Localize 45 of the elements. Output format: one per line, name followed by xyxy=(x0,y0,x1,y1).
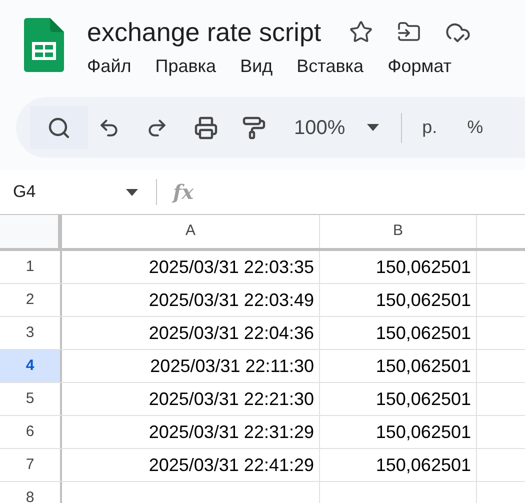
table-cell: 150,062501 xyxy=(320,383,477,415)
menu-item[interactable]: Файл xyxy=(87,55,132,77)
star-icon[interactable] xyxy=(349,20,374,44)
table-cell: 2025/03/31 22:03:49 xyxy=(62,284,320,316)
table-cell: 150,062501 xyxy=(320,350,477,382)
row-header[interactable]: 4 xyxy=(0,350,62,382)
spreadsheet-logo-icon[interactable] xyxy=(24,18,64,72)
table-cell: 150,062501 xyxy=(320,317,477,349)
print-icon[interactable] xyxy=(194,116,218,140)
search-button[interactable] xyxy=(30,106,88,149)
table-cell: 2025/03/31 22:11:30 xyxy=(62,350,320,382)
dropdown-caret-icon xyxy=(367,124,380,131)
currency-format-button[interactable]: р. xyxy=(422,114,438,141)
zoom-value[interactable]: 100% xyxy=(294,112,346,142)
move-folder-icon[interactable] xyxy=(397,20,422,44)
dropdown-caret-icon xyxy=(126,188,138,196)
function-icon: fx xyxy=(173,177,194,207)
paint-format-icon[interactable] xyxy=(242,116,266,140)
menu-item[interactable]: Правка xyxy=(155,55,216,77)
percent-format-button[interactable]: % xyxy=(467,114,484,141)
column-header[interactable]: A xyxy=(62,215,320,248)
table-cell: 2025/03/31 22:41:29 xyxy=(62,449,320,481)
table-cell: 150,062501 xyxy=(320,251,477,283)
row-header[interactable]: 5 xyxy=(0,383,62,415)
column-header[interactable]: B xyxy=(320,215,477,248)
table-cell: 150,062501 xyxy=(320,449,477,481)
table-cell: 2025/03/31 22:03:35 xyxy=(62,251,320,283)
name-box[interactable]: G4 xyxy=(0,177,146,207)
row-header[interactable]: 8 xyxy=(0,482,62,503)
menu-item[interactable]: Формат xyxy=(388,55,452,77)
row-header[interactable]: 7 xyxy=(0,449,62,481)
menu-item[interactable]: Вид xyxy=(240,55,273,77)
menu-item[interactable]: Вставка xyxy=(296,55,364,77)
row-header[interactable]: 6 xyxy=(0,416,62,448)
row-header[interactable]: 1 xyxy=(0,251,62,283)
table-cell: 150,062501 xyxy=(320,416,477,448)
table-cell: 150,062501 xyxy=(320,284,477,316)
search-icon[interactable] xyxy=(47,116,71,140)
undo-icon[interactable] xyxy=(98,116,120,138)
document-title[interactable]: exchange rate script xyxy=(87,18,322,46)
table-cell: 2025/03/31 22:04:36 xyxy=(62,317,320,349)
row-header[interactable]: 2 xyxy=(0,284,62,316)
redo-icon[interactable] xyxy=(146,116,168,138)
table-cell: 2025/03/31 22:21:30 xyxy=(62,383,320,415)
table-cell: 2025/03/31 22:31:29 xyxy=(62,416,320,448)
